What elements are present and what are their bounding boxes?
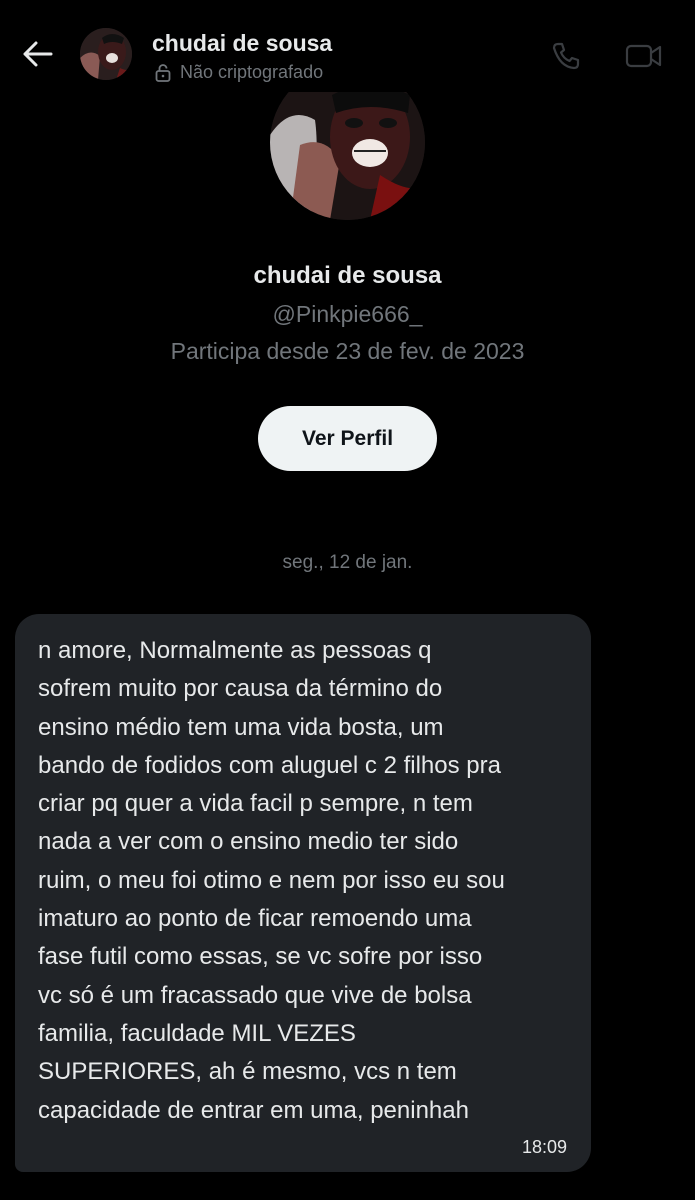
chat-contact-name: chudai de sousa (152, 30, 333, 56)
arrow-left-icon (23, 41, 53, 67)
message-text: n amore, Normalmente as pessoas q sofrem… (38, 637, 505, 1124)
encryption-status-text: Não criptografado (180, 62, 324, 82)
profile-handle: @Pinkpie666_ (272, 301, 423, 327)
view-profile-button[interactable]: Ver Perfil (258, 406, 437, 471)
message-bubble[interactable]: n amore, Normalmente as pessoas q sofrem… (15, 614, 591, 1172)
lock-icon (154, 63, 172, 83)
profile-name: chudai de sousa (253, 262, 442, 289)
message-timestamp: 18:09 (521, 1137, 567, 1157)
encryption-status: Não criptografado (154, 62, 323, 83)
avatar-image (80, 28, 132, 80)
back-button[interactable] (20, 36, 56, 72)
profile-joined-date: Participa desde 23 de fev. de 2023 (170, 338, 525, 364)
call-button[interactable] (548, 38, 584, 74)
header-avatar[interactable] (80, 28, 132, 80)
chat-header: chudai de sousa Não criptografado (0, 0, 695, 92)
video-call-button[interactable] (624, 38, 664, 74)
video-camera-icon (625, 44, 662, 68)
phone-icon (552, 42, 580, 70)
date-separator: seg., 12 de jan. (282, 552, 413, 573)
